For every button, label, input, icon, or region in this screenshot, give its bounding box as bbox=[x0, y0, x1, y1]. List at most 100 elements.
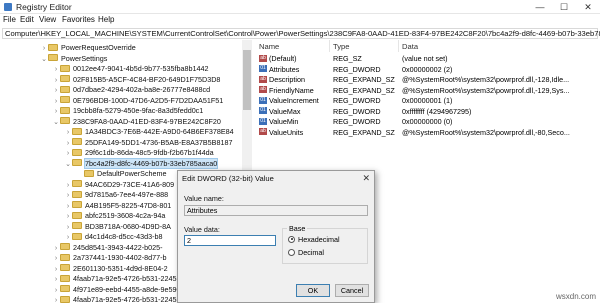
tree-item[interactable]: › 0012ee47-9041-4b5d-9b77-535fba8b1442 bbox=[52, 63, 209, 74]
tree-item-label: abfc2519-3608-4c2a-94a bbox=[85, 211, 166, 220]
tree-item[interactable]: › 0d7dbae2-4294-402a-ba8e-26777e8488cd bbox=[52, 84, 210, 95]
tree-item[interactable]: › 19cbb8fa-5279-450e-9fac-8a3d5fedd0c1 bbox=[52, 105, 203, 116]
value-row[interactable]: 01 ValueMax REG_DWORD 0xffffffff (429496729… bbox=[255, 107, 600, 118]
value-data-cell: (value not set) bbox=[402, 54, 448, 63]
tree-item[interactable]: › 2E601130-5351-4d9d-8E04-2 bbox=[52, 263, 168, 274]
value-name-text: ValueMin bbox=[269, 117, 299, 126]
menu-help[interactable]: Help bbox=[98, 15, 114, 24]
tree-item-label: 2a737441-1930-4402-8d77-b bbox=[73, 253, 167, 262]
folder-icon bbox=[60, 274, 70, 282]
tree-item[interactable]: › A4B195F5-8225-47D8-801 bbox=[64, 200, 171, 211]
maximize-button[interactable]: ☐ bbox=[552, 0, 576, 14]
tree-item[interactable]: DefaultPowerScheme bbox=[76, 168, 167, 179]
folder-icon bbox=[60, 264, 70, 272]
value-data-cell: 0x00000000 (0) bbox=[402, 117, 453, 126]
tree-item[interactable]: › 9d7815a6-7ee4-497e-888 bbox=[64, 189, 168, 200]
menu-favorites[interactable]: Favorites bbox=[62, 15, 95, 24]
tree-item-label: 02F815B5-A5CF-4C84-BF20-649D1F75D3D8 bbox=[73, 74, 221, 84]
edit-dword-dialog: Edit DWORD (32-bit) Value ✕ Value name: … bbox=[177, 170, 375, 303]
tree-item-label: A4B195F5-8225-47D8-801 bbox=[85, 200, 172, 210]
folder-icon bbox=[60, 106, 70, 114]
value-data-input[interactable]: 2 bbox=[184, 235, 276, 246]
tree-item[interactable]: › 02F815B5-A5CF-4C84-BF20-649D1F75D3D8 bbox=[52, 74, 221, 85]
folder-icon bbox=[72, 138, 82, 146]
expanded-chevron-icon[interactable]: ⌄ bbox=[40, 54, 48, 65]
value-name-cell: ab (Default) bbox=[259, 54, 297, 64]
cancel-button[interactable]: Cancel bbox=[335, 284, 369, 297]
ok-button[interactable]: OK bbox=[296, 284, 330, 297]
binary-value-icon: 01 bbox=[259, 96, 267, 104]
radio-unselected-icon bbox=[288, 248, 295, 256]
hexadecimal-label: Hexadecimal bbox=[298, 235, 340, 244]
hexadecimal-radio[interactable]: Hexadecimal bbox=[288, 235, 340, 244]
title-bar: Registry Editor — ☐ ✕ bbox=[0, 0, 600, 14]
tree-item[interactable]: › 0E796BDB-100D-47D6-A2D5-F7D2DAA51F51 bbox=[52, 95, 223, 106]
dialog-close-icon[interactable]: ✕ bbox=[362, 173, 370, 184]
tree-item-label: 19cbb8fa-5279-450e-9fac-8a3d5fedd0c1 bbox=[73, 106, 204, 115]
value-name-cell: ab Description bbox=[259, 75, 305, 85]
tree-item-label: 9d7815a6-7ee4-497e-888 bbox=[85, 190, 169, 199]
tree-item-label: 0012ee47-9041-4b5d-9b77-535fba8b1442 bbox=[73, 64, 209, 73]
menu-file[interactable]: File bbox=[3, 15, 16, 24]
tree-item-label: 0E796BDB-100D-47D6-A2D5-F7D2DAA51F51 bbox=[73, 95, 224, 105]
value-name-cell: 01 ValueIncrement bbox=[259, 96, 319, 106]
value-row[interactable]: 01 Attributes REG_DWORD 0x00000002 (2) bbox=[255, 65, 600, 76]
expanded-chevron-icon[interactable]: ⌄ bbox=[64, 159, 72, 170]
tree-item[interactable]: › 2a737441-1930-4402-8d77-b bbox=[52, 252, 167, 263]
menu-view[interactable]: View bbox=[39, 15, 56, 24]
value-row[interactable]: 01 ValueMin REG_DWORD 0x00000000 (0) bbox=[255, 117, 600, 128]
value-name-text: ValueUnits bbox=[269, 127, 304, 137]
tree-item-label: 2E601130-5351-4d9d-8E04-2 bbox=[73, 263, 168, 273]
value-row[interactable]: ab (Default) REG_SZ (value not set) bbox=[255, 54, 600, 65]
menu-bar: File Edit View Favorites Help bbox=[0, 14, 600, 27]
value-name-text: Attributes bbox=[187, 206, 218, 215]
expanded-chevron-icon[interactable]: ⌄ bbox=[52, 117, 60, 128]
binary-value-icon: 01 bbox=[259, 65, 267, 73]
tree-item[interactable]: › 1A34BDC3-7E6B-442E-A9D0-64B6EF378E84 bbox=[64, 126, 234, 137]
folder-icon bbox=[72, 222, 82, 230]
column-header-name[interactable]: Name bbox=[259, 42, 279, 51]
tree-item[interactable]: › 245d8541-3943-4422-b025- bbox=[52, 242, 163, 253]
decimal-radio[interactable]: Decimal bbox=[288, 248, 324, 257]
value-row[interactable]: ab FriendlyName REG_EXPAND_SZ @%SystemRoot%… bbox=[255, 86, 600, 97]
radio-selected-icon bbox=[288, 235, 295, 243]
folder-icon bbox=[72, 127, 82, 135]
folder-icon bbox=[60, 64, 70, 72]
minimize-button[interactable]: — bbox=[528, 0, 552, 14]
tree-item[interactable]: › d4c1d4c8-d5cc-43d3-b8 bbox=[64, 231, 163, 242]
value-name-cell: 01 Attributes bbox=[259, 65, 299, 75]
column-header-data[interactable]: Data bbox=[402, 42, 418, 51]
watermark: wsxdn.com bbox=[555, 292, 596, 301]
tree-item-label: PowerRequestOverride bbox=[61, 43, 136, 52]
tree-item[interactable]: › PowerRequestOverride bbox=[40, 42, 136, 53]
folder-icon bbox=[60, 117, 70, 125]
tree-item[interactable]: › 94AC6D29-73CE-41A6-809 bbox=[64, 179, 174, 190]
folder-icon bbox=[48, 43, 58, 51]
folder-icon bbox=[72, 211, 82, 219]
collapsed-chevron-icon[interactable]: › bbox=[52, 295, 60, 303]
base-label: Base bbox=[287, 224, 308, 233]
column-separator[interactable] bbox=[398, 40, 399, 52]
string-value-icon: ab bbox=[259, 54, 267, 62]
column-header-type[interactable]: Type bbox=[333, 42, 349, 51]
tree-item[interactable]: › abfc2519-3608-4c2a-94a bbox=[64, 210, 166, 221]
value-row[interactable]: 01 ValueIncrement REG_DWORD 0x00000001 (1) bbox=[255, 96, 600, 107]
value-data-cell: 0x00000001 (1) bbox=[402, 96, 453, 105]
tree-item[interactable]: ⌄ PowerSettings bbox=[40, 53, 107, 64]
folder-icon bbox=[72, 201, 82, 209]
menu-edit[interactable]: Edit bbox=[20, 15, 34, 24]
column-separator[interactable] bbox=[329, 40, 330, 52]
tree-item[interactable]: ⌄ 238C9FA8-0AAD-41ED-83F4-97BE242C8F20 bbox=[52, 116, 221, 127]
tree-item-label: 0d7dbae2-4294-402a-ba8e-26777e8488cd bbox=[73, 85, 211, 94]
value-row[interactable]: ab ValueUnits REG_EXPAND_SZ @%SystemRoot%\s… bbox=[255, 128, 600, 139]
value-row[interactable]: ab Description REG_EXPAND_SZ @%SystemRoot%\… bbox=[255, 75, 600, 86]
folder-icon bbox=[60, 295, 70, 303]
value-type-cell: REG_DWORD bbox=[333, 117, 381, 126]
tree-scrollbar-thumb[interactable] bbox=[243, 50, 251, 110]
address-bar[interactable]: Computer\HKEY_LOCAL_MACHINE\SYSTEM\Curre… bbox=[2, 28, 600, 39]
tree-item[interactable]: › 29f6c1db-86da-48c5-9fdb-f2b67b1f44da bbox=[64, 147, 214, 158]
tree-item[interactable]: › BD3B718A-0680-4D9D-8A bbox=[64, 221, 171, 232]
close-button[interactable]: ✕ bbox=[576, 0, 600, 14]
tree-item[interactable]: ⌄ 7bc4a2f9-d8fc-4469-b07b-33eb785aaca0 bbox=[64, 157, 219, 170]
tree-item[interactable]: › 25DFA149-5DD1-4736-B5AB-E8A37B5B8187 bbox=[64, 137, 233, 148]
